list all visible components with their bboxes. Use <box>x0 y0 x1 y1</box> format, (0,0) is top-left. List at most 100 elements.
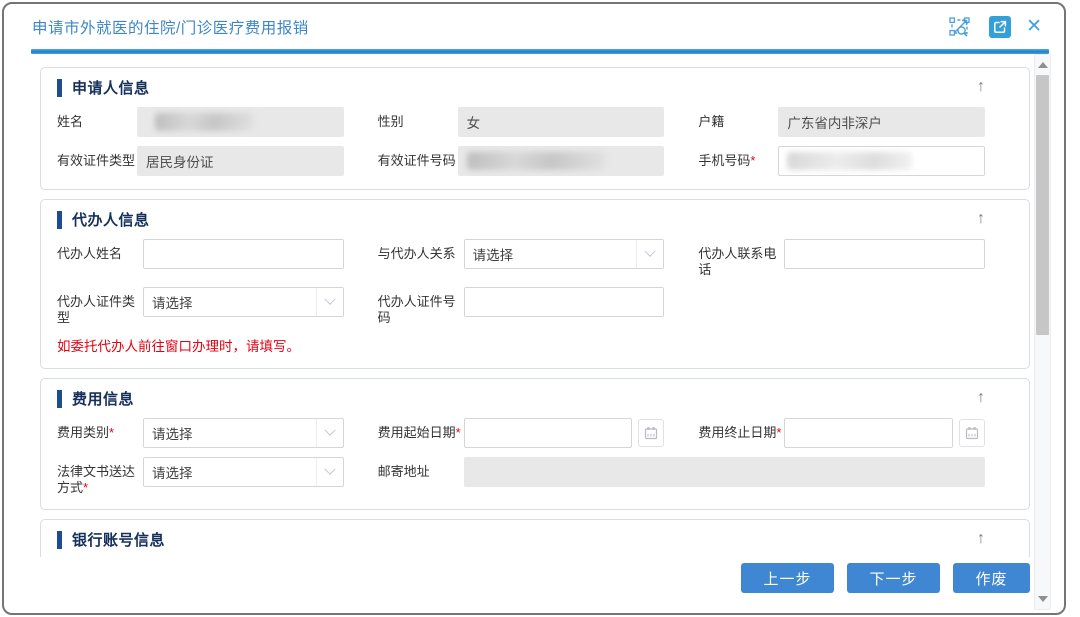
close-icon[interactable]: ✕ <box>1026 17 1042 36</box>
agent-id-number-input[interactable] <box>464 287 665 317</box>
fee-category-select[interactable]: 请选择 <box>143 418 344 448</box>
open-external-button[interactable] <box>989 16 1011 38</box>
fee-end-date-label: 费用终止日期* <box>698 418 784 441</box>
applicant-section: 申请人信息 ↑ 姓名 性别 女 户籍 广东省内非深户 有效证件类型 居民 <box>40 67 1030 190</box>
section-bar <box>57 390 62 408</box>
external-link-icon <box>993 20 1007 34</box>
agent-section: 代办人信息 ↑ 代办人姓名 与代办人关系 请选择 代办人联系电话 <box>40 199 1030 369</box>
required-asterisk: * <box>750 153 755 168</box>
delivery-method-field-group: 法律文书送达方式* 请选择 <box>57 457 344 496</box>
id-number-field <box>458 146 665 176</box>
scroll-up-arrow-icon[interactable] <box>1038 62 1048 68</box>
collapse-arrow-icon[interactable]: ↑ <box>977 211 985 227</box>
bank-section-title: 银行账号信息 <box>72 529 165 550</box>
redacted-value <box>155 113 253 131</box>
required-asterisk: * <box>109 425 114 440</box>
collapse-arrow-icon[interactable]: ↑ <box>977 531 985 547</box>
name-label: 姓名 <box>57 107 137 130</box>
delivery-method-select[interactable]: 请选择 <box>143 457 344 487</box>
id-number-label: 有效证件号码 <box>378 146 458 169</box>
fee-start-date-field-group: 费用起始日期* <box>378 418 665 448</box>
agent-phone-field-group: 代办人联系电话 <box>698 239 985 278</box>
agent-note: 如委托代办人前往窗口办理时，请填写。 <box>57 335 985 355</box>
area-select-zoom-button[interactable] <box>949 15 974 39</box>
id-type-field: 居民身份证 <box>137 146 344 176</box>
end-date-picker-button[interactable] <box>959 419 985 447</box>
section-bar <box>57 531 62 549</box>
fee-end-date-input[interactable] <box>784 418 953 448</box>
mail-address-field <box>464 457 985 487</box>
crop-zoom-icon <box>949 15 974 39</box>
section-bar <box>57 211 62 229</box>
vertical-scrollbar[interactable] <box>1034 54 1051 610</box>
dialog-window: 申请市外就医的住院/门诊医疗费用报销 <box>2 2 1066 615</box>
household-field: 广东省内非深户 <box>778 107 985 137</box>
agent-id-type-select[interactable]: 请选择 <box>143 287 344 317</box>
redacted-value <box>787 152 912 170</box>
applicant-section-header: 申请人信息 <box>57 77 985 98</box>
chevron-down-icon <box>316 458 343 486</box>
void-button[interactable]: 作废 <box>953 563 1030 593</box>
section-bar <box>57 79 62 97</box>
phone-field-group: 手机号码* <box>698 146 985 176</box>
fee-start-date-label: 费用起始日期* <box>378 418 464 441</box>
select-value: 请选择 <box>144 458 316 486</box>
mail-address-label: 邮寄地址 <box>378 457 464 480</box>
delivery-method-label: 法律文书送达方式* <box>57 457 143 496</box>
id-type-label: 有效证件类型 <box>57 146 137 169</box>
household-label: 户籍 <box>698 107 778 130</box>
collapse-arrow-icon[interactable]: ↑ <box>977 390 985 406</box>
next-step-button[interactable]: 下一步 <box>847 563 940 593</box>
chevron-down-icon <box>636 240 663 268</box>
select-value: 请选择 <box>465 240 637 268</box>
dialog-header: 申请市外就医的住院/门诊医疗费用报销 <box>4 4 1064 49</box>
agent-phone-input[interactable] <box>784 239 985 269</box>
header-icons: ✕ <box>949 15 1042 39</box>
required-asterisk: * <box>83 480 88 495</box>
required-asterisk: * <box>776 425 781 440</box>
fee-section-title: 费用信息 <box>72 388 134 409</box>
id-type-field-group: 有效证件类型 居民身份证 <box>57 146 344 176</box>
gender-field-group: 性别 女 <box>378 107 665 137</box>
agent-name-input[interactable] <box>143 239 344 269</box>
scroll-down-arrow-icon[interactable] <box>1038 596 1048 602</box>
agent-name-label: 代办人姓名 <box>57 239 143 262</box>
redacted-value <box>467 152 607 170</box>
name-field-group: 姓名 <box>57 107 344 137</box>
agent-relation-label: 与代办人关系 <box>378 239 464 262</box>
calendar-icon <box>965 426 979 440</box>
mail-address-field-group: 邮寄地址 <box>378 457 985 496</box>
page-title: 申请市外就医的住院/门诊医疗费用报销 <box>32 16 949 38</box>
agent-name-field-group: 代办人姓名 <box>57 239 344 278</box>
chevron-down-icon <box>316 288 343 316</box>
chevron-down-icon <box>316 419 343 447</box>
fee-section-header: 费用信息 <box>57 388 985 409</box>
gender-label: 性别 <box>378 107 458 130</box>
gender-field: 女 <box>458 107 665 137</box>
previous-step-button[interactable]: 上一步 <box>741 563 834 593</box>
scrollbar-thumb[interactable] <box>1036 75 1049 335</box>
agent-relation-field-group: 与代办人关系 请选择 <box>378 239 665 278</box>
agent-section-title: 代办人信息 <box>72 209 150 230</box>
fee-end-date-field-group: 费用终止日期* <box>698 418 985 448</box>
name-field <box>137 107 344 137</box>
id-number-field-group: 有效证件号码 <box>378 146 665 176</box>
agent-relation-select[interactable]: 请选择 <box>464 239 665 269</box>
fee-category-field-group: 费用类别* 请选择 <box>57 418 344 448</box>
required-asterisk: * <box>456 425 461 440</box>
agent-id-number-label: 代办人证件号码 <box>378 287 464 326</box>
agent-id-type-field-group: 代办人证件类型 请选择 <box>57 287 344 326</box>
agent-id-number-field-group: 代办人证件号码 <box>378 287 665 326</box>
phone-input[interactable] <box>778 146 985 176</box>
bank-section: 银行账号信息 ↑ 开户银行* 中国银行 银行户名 <box>40 519 1030 557</box>
fee-category-label: 费用类别* <box>57 418 143 441</box>
fee-section: 费用信息 ↑ 费用类别* 请选择 费用起始日期* <box>40 378 1030 510</box>
start-date-picker-button[interactable] <box>638 419 664 447</box>
select-value: 请选择 <box>144 419 316 447</box>
phone-label: 手机号码* <box>698 146 778 169</box>
form-scroll-area: 申请人信息 ↑ 姓名 性别 女 户籍 广东省内非深户 有效证件类型 居民 <box>4 54 1064 557</box>
fee-start-date-input[interactable] <box>464 418 633 448</box>
select-value: 请选择 <box>144 288 316 316</box>
applicant-section-title: 申请人信息 <box>72 77 150 98</box>
collapse-arrow-icon[interactable]: ↑ <box>977 79 985 95</box>
